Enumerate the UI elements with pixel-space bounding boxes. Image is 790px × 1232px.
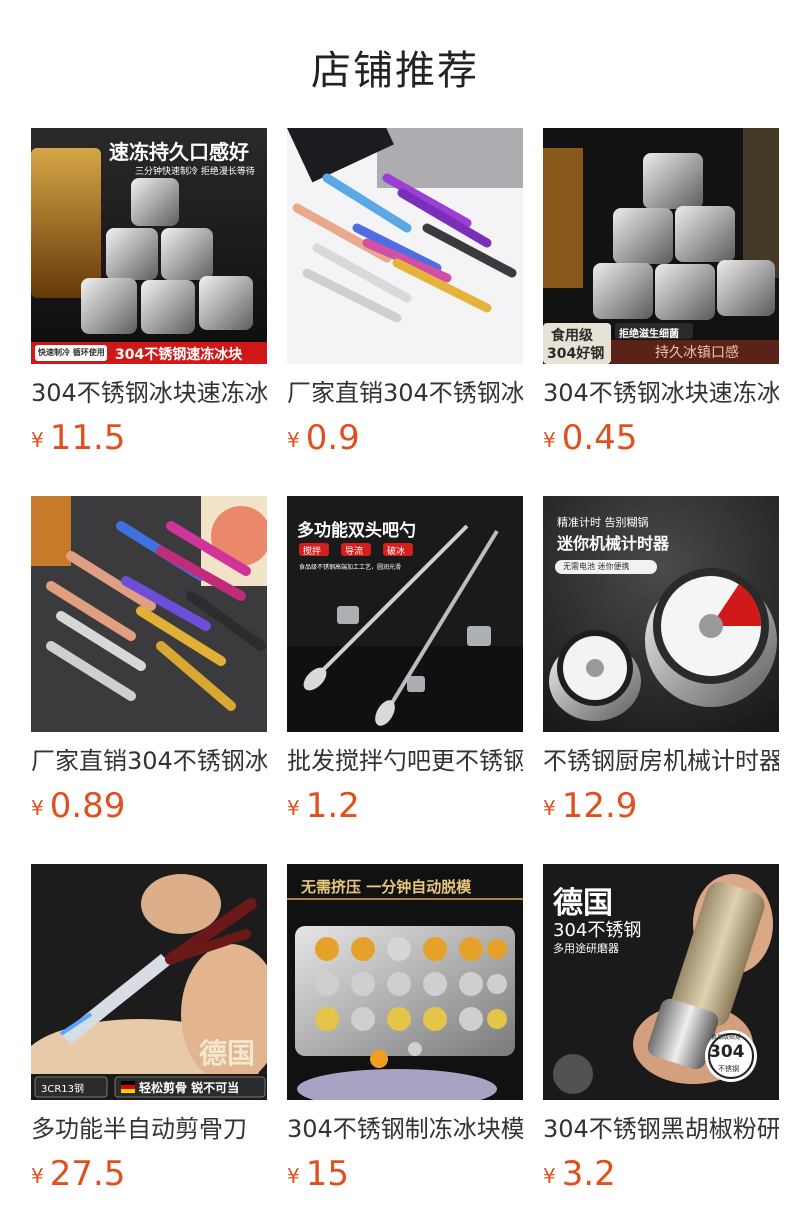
product-card[interactable]: 厂家直销304不锈钢冰夹 ¥0.89 — [31, 496, 267, 836]
product-name[interactable]: 304不锈钢黑胡椒粉研磨器 — [543, 1114, 779, 1144]
product-image[interactable]: 德国 304不锈钢 多用途研磨器 食品级贴身 304 不锈钢 — [543, 864, 779, 1100]
overlay-steel-badge: 3CR13钢 — [41, 1084, 85, 1095]
overlay-tag-pour: 导流 — [345, 547, 364, 557]
product-card[interactable]: 多功能双头吧勺 搅拌 导流 破冰 食品级不锈钢高端加工工艺，圆润光滑 批发搅拌勺… — [287, 496, 523, 836]
product-card[interactable]: 精准计时 告别糊锅 迷你机械计时器 无需电池 迷你便携 不锈钢厨房机械计时器 ¥… — [543, 496, 779, 836]
product-price: ¥12.9 — [543, 786, 637, 826]
product-card[interactable]: 食用级 304好钢 拒绝滋生细菌 持久冰镇口感 304不锈钢冰块速冻冰块 ¥0.… — [543, 128, 779, 468]
overlay-banner: 持久冰镇口感 — [655, 345, 739, 361]
overlay-badge-number: 304 — [709, 1042, 745, 1062]
product-price: ¥15 — [287, 1154, 349, 1194]
product-name[interactable]: 304不锈钢冰块速冻冰块 — [31, 378, 267, 408]
product-name[interactable]: 不锈钢厨房机械计时器 — [543, 746, 779, 776]
overlay-badge-top: 食品级贴身 — [711, 1034, 742, 1041]
overlay-slogan: 轻松剪骨 锐不可当 — [139, 1081, 240, 1095]
product-name[interactable]: 厂家直销304不锈钢冰夹 — [287, 378, 523, 408]
product-price: ¥0.45 — [543, 418, 637, 458]
overlay-tag: 拒绝滋生细菌 — [619, 329, 679, 340]
product-name[interactable]: 304不锈钢冰块速冻冰块 — [543, 378, 779, 408]
currency-symbol: ¥ — [287, 1164, 300, 1188]
currency-symbol: ¥ — [543, 1164, 556, 1188]
overlay-tag: 无需电池 迷你便携 — [563, 562, 630, 571]
product-price: ¥1.2 — [287, 786, 360, 826]
product-name[interactable]: 厂家直销304不锈钢冰夹 — [31, 746, 267, 776]
product-image[interactable]: 德国 3CR13钢 轻松剪骨 锐不可当 — [31, 864, 267, 1100]
product-image[interactable]: 无需挤压 一分钟自动脱模 — [287, 864, 523, 1100]
product-card[interactable]: 厂家直销304不锈钢冰夹 ¥0.9 — [287, 128, 523, 468]
overlay-subline: 多用途研磨器 — [553, 942, 619, 955]
price-value: 0.89 — [49, 786, 126, 826]
overlay-tag-stir: 搅拌 — [303, 547, 322, 557]
product-price: ¥0.9 — [287, 418, 360, 458]
price-value: 27.5 — [49, 1154, 126, 1194]
product-image[interactable]: 精准计时 告别糊锅 迷你机械计时器 无需电池 迷你便携 — [543, 496, 779, 732]
overlay-headline: 速冻持久口感好 — [109, 140, 249, 164]
overlay-tag-ice: 破冰 — [387, 547, 406, 557]
overlay-banner: 304不锈钢速冻冰块 — [115, 347, 243, 363]
overlay-headline: 无需挤压 一分钟自动脱模 — [301, 878, 472, 896]
product-price: ¥11.5 — [31, 418, 125, 458]
product-name[interactable]: 304不锈钢制冻冰块模 — [287, 1114, 523, 1144]
overlay-grade: 食用级 — [551, 328, 593, 344]
price-value: 0.45 — [561, 418, 638, 458]
overlay-subline: 食品级不锈钢高端加工工艺，圆润光滑 — [299, 564, 402, 571]
overlay-steel: 304不锈钢 — [553, 920, 642, 941]
price-value: 12.9 — [561, 786, 638, 826]
price-value: 3.2 — [561, 1154, 616, 1194]
overlay-subline: 三分钟快速制冷 拒绝漫长等待 — [135, 167, 255, 177]
overlay-brand: 德国 — [199, 1037, 256, 1070]
price-value: 11.5 — [49, 418, 126, 458]
product-price: ¥27.5 — [31, 1154, 125, 1194]
product-name[interactable]: 多功能半自动剪骨刀 — [31, 1114, 267, 1144]
product-image[interactable] — [287, 128, 523, 364]
currency-symbol: ¥ — [31, 428, 44, 452]
overlay-headline: 迷你机械计时器 — [557, 534, 670, 553]
product-image[interactable]: 多功能双头吧勺 搅拌 导流 破冰 食品级不锈钢高端加工工艺，圆润光滑 — [287, 496, 523, 732]
overlay-subline: 精准计时 告别糊锅 — [557, 516, 649, 529]
currency-symbol: ¥ — [543, 428, 556, 452]
product-card[interactable]: 速冻持久口感好 三分钟快速制冷 拒绝漫长等待 快速制冷 循环使用 304不锈钢速… — [31, 128, 267, 468]
product-image[interactable]: 食用级 304好钢 拒绝滋生细菌 持久冰镇口感 — [543, 128, 779, 364]
product-price: ¥3.2 — [543, 1154, 616, 1194]
product-name[interactable]: 批发搅拌勺吧更不锈钢 — [287, 746, 523, 776]
currency-symbol: ¥ — [287, 796, 300, 820]
overlay-headline: 多功能双头吧勺 — [297, 521, 416, 541]
overlay-badge-bottom: 不锈钢 — [718, 1065, 739, 1073]
currency-symbol: ¥ — [543, 796, 556, 820]
overlay-steel: 304好钢 — [547, 346, 605, 362]
product-image[interactable] — [31, 496, 267, 732]
product-card[interactable]: 德国 304不锈钢 多用途研磨器 食品级贴身 304 不锈钢 304不锈钢黑胡椒… — [543, 864, 779, 1204]
currency-symbol: ¥ — [287, 428, 300, 452]
price-value: 0.9 — [305, 418, 360, 458]
price-value: 1.2 — [305, 786, 360, 826]
page-title: 店铺推荐 — [311, 48, 479, 94]
price-value: 15 — [305, 1154, 349, 1194]
product-card[interactable]: 德国 3CR13钢 轻松剪骨 锐不可当 多功能半自动剪骨刀 ¥27.5 — [31, 864, 267, 1204]
overlay-badge: 快速制冷 循环使用 — [38, 348, 105, 357]
currency-symbol: ¥ — [31, 796, 44, 820]
product-card[interactable]: 无需挤压 一分钟自动脱模 304不锈钢制冻冰块模 ¥15 — [287, 864, 523, 1204]
product-image[interactable]: 速冻持久口感好 三分钟快速制冷 拒绝漫长等待 快速制冷 循环使用 304不锈钢速… — [31, 128, 267, 364]
product-price: ¥0.89 — [31, 786, 125, 826]
currency-symbol: ¥ — [31, 1164, 44, 1188]
